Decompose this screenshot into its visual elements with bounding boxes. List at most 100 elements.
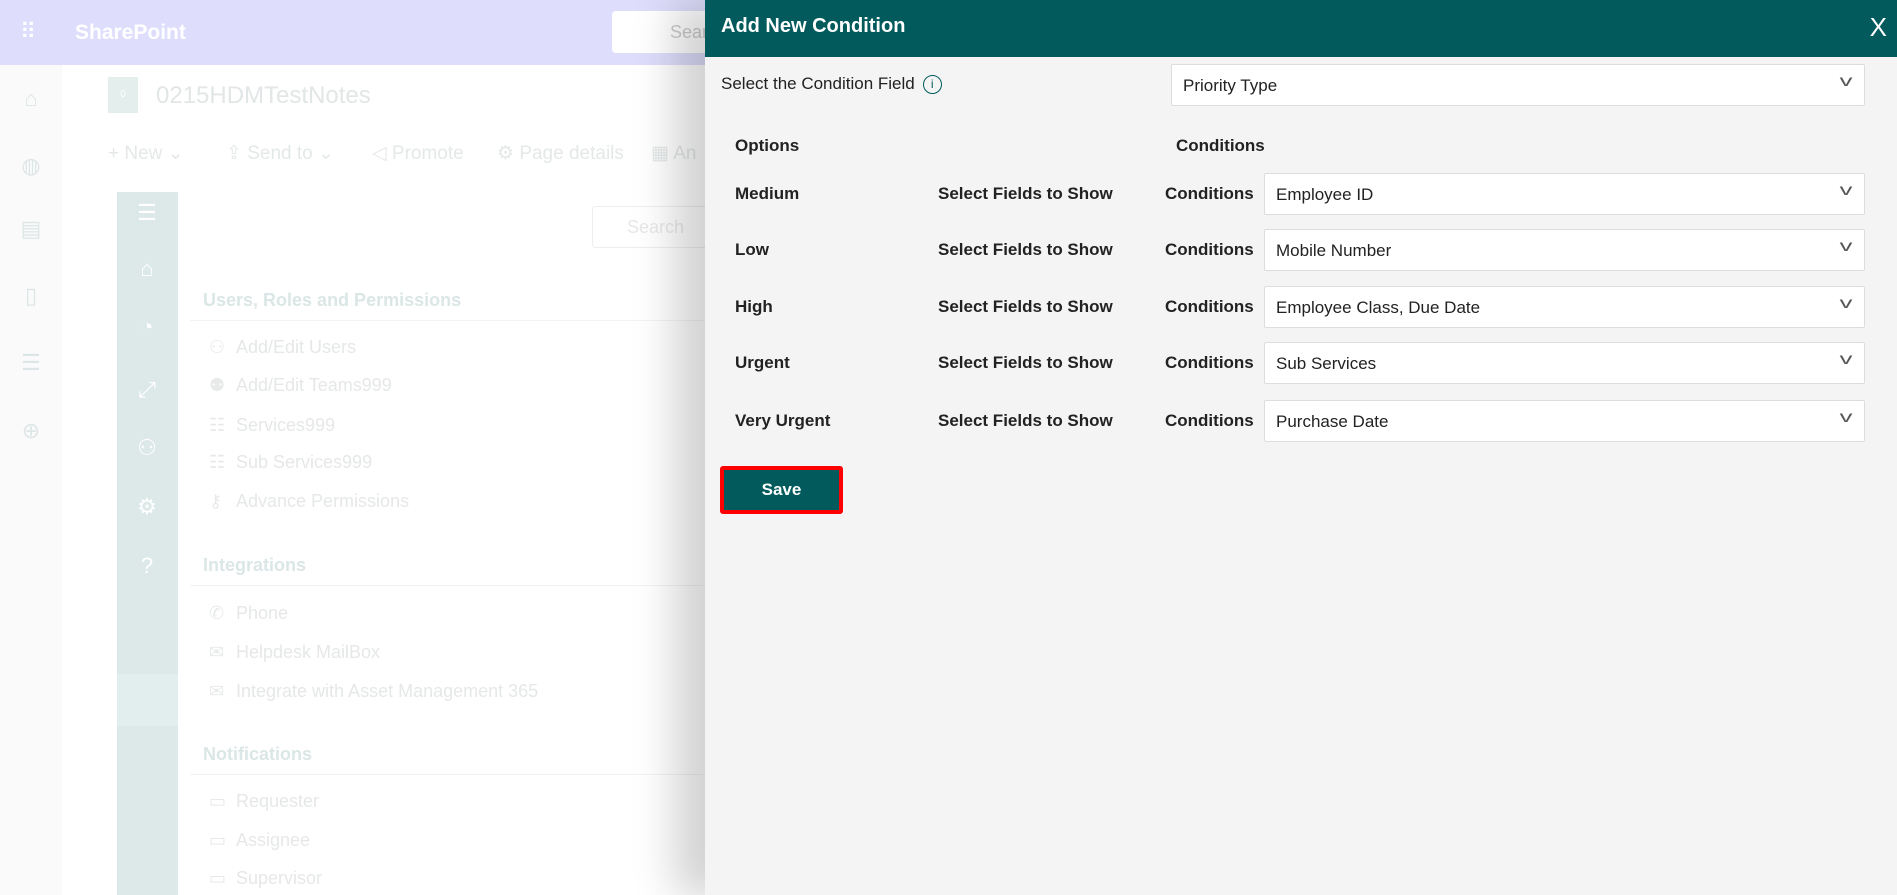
- app-name[interactable]: SharePoint: [75, 21, 186, 45]
- alert-comment-icon: ▭: [209, 791, 227, 811]
- page-details-command[interactable]: ⚙ Page details: [497, 142, 624, 165]
- settings-item[interactable]: ▭ Assignee: [209, 830, 310, 851]
- settings-item[interactable]: ☷ Services999: [209, 415, 335, 436]
- settings-item[interactable]: ⚉ Add/Edit Teams999: [209, 375, 392, 396]
- options-header: Options: [735, 136, 800, 155]
- section-title: Notifications: [203, 744, 313, 764]
- file-icon[interactable]: ▯: [18, 283, 44, 309]
- select-fields-label: Select Fields to Show: [938, 353, 1113, 372]
- dropdown-value: Employee ID: [1276, 185, 1374, 204]
- phone-icon: ✆: [209, 603, 225, 623]
- option-label: Urgent: [735, 353, 790, 372]
- fields-dropdown[interactable]: Employee ID v: [1264, 173, 1865, 215]
- news-icon[interactable]: ▤: [18, 216, 44, 242]
- conditions-label: Conditions: [1165, 297, 1254, 316]
- chevron-down-icon: v: [1839, 182, 1853, 199]
- close-icon[interactable]: X: [1870, 12, 1887, 42]
- chevron-down-icon: v: [1839, 295, 1853, 312]
- info-icon[interactable]: i: [922, 75, 942, 94]
- option-label: Medium: [735, 184, 800, 203]
- fields-dropdown[interactable]: Employee Class, Due Date v: [1264, 286, 1865, 328]
- dropdown-value: Priority Type: [1183, 76, 1278, 95]
- settings-item[interactable]: ☷ Sub Services999: [209, 452, 372, 473]
- item-label: Integrate with Asset Management 365: [236, 681, 539, 701]
- site-logo: 0: [108, 77, 138, 113]
- menu-icon[interactable]: ☰: [130, 200, 164, 230]
- promote-label: Promote: [391, 143, 464, 164]
- left-rail: [0, 65, 62, 895]
- divider: [190, 585, 710, 586]
- settings-item[interactable]: ✆ Phone: [209, 603, 288, 624]
- settings-icon[interactable]: ⚙: [130, 494, 164, 524]
- option-label: Very Urgent: [735, 411, 831, 430]
- mail-icon: ✉: [209, 642, 225, 662]
- key-icon: ⚷: [209, 491, 223, 511]
- chevron-down-icon: v: [1839, 409, 1853, 426]
- chart-icon[interactable]: ⤢: [130, 377, 164, 407]
- fields-dropdown[interactable]: Purchase Date v: [1264, 400, 1865, 442]
- fields-dropdown[interactable]: Sub Services v: [1264, 342, 1865, 384]
- option-label: Low: [735, 240, 769, 259]
- save-button[interactable]: Save: [720, 466, 843, 514]
- conditions-label: Conditions: [1165, 411, 1254, 430]
- new-label: New: [124, 143, 163, 164]
- alert-comment-icon: ▭: [209, 830, 227, 850]
- item-label: Supervisor: [236, 868, 323, 888]
- dropdown-value: Mobile Number: [1276, 241, 1392, 260]
- panel-title: Add New Condition: [721, 15, 906, 37]
- home-icon[interactable]: ⌂: [18, 86, 44, 112]
- send-to-label: Send to: [247, 143, 313, 164]
- send-to-command[interactable]: ⇪ Send to ⌄: [226, 142, 334, 165]
- settings-search-input[interactable]: Search: [592, 206, 712, 248]
- teams-icon: ⚉: [209, 375, 226, 395]
- new-command[interactable]: + New ⌄: [108, 142, 184, 165]
- settings-item[interactable]: ▭ Requester: [209, 791, 319, 812]
- fields-dropdown[interactable]: Mobile Number v: [1264, 229, 1865, 271]
- settings-item[interactable]: ▭ Supervisor: [209, 868, 322, 889]
- section-title: Users, Roles and Permissions: [203, 290, 462, 310]
- conditions-label: Conditions: [1165, 353, 1254, 372]
- item-label: Services999: [236, 415, 336, 435]
- option-label: High: [735, 297, 773, 316]
- app-sidebar: [117, 192, 178, 895]
- select-fields-label: Select Fields to Show: [938, 297, 1113, 316]
- users-icon: ⚇: [209, 337, 226, 357]
- item-label: Advance Permissions: [236, 491, 410, 511]
- site-title[interactable]: 0215HDMTestNotes: [156, 82, 371, 110]
- dropdown-value: Purchase Date: [1276, 412, 1389, 431]
- condition-field-dropdown[interactable]: Priority Type v: [1171, 64, 1865, 106]
- list-icon: ☷: [209, 415, 226, 435]
- select-fields-label: Select Fields to Show: [938, 240, 1113, 259]
- app-launcher-icon[interactable]: ⠿: [20, 20, 44, 44]
- item-label: Sub Services999: [236, 452, 373, 472]
- item-label: Assignee: [236, 830, 311, 850]
- item-label: Requester: [236, 791, 320, 811]
- conditions-label: Conditions: [1165, 240, 1254, 259]
- people-icon[interactable]: ⚇: [130, 435, 164, 465]
- add-condition-panel: Add New Condition X Select the Condition…: [705, 0, 1897, 895]
- settings-item[interactable]: ⚷ Advance Permissions: [209, 491, 409, 512]
- dashboard-icon[interactable]: ◔: [130, 314, 164, 344]
- globe-icon[interactable]: ◍: [18, 153, 44, 179]
- settings-item[interactable]: ✉ Helpdesk MailBox: [209, 642, 380, 663]
- list-icon[interactable]: ☰: [18, 350, 44, 376]
- select-fields-label: Select Fields to Show: [938, 411, 1113, 430]
- promote-command[interactable]: ◁ Promote: [372, 142, 464, 165]
- home-icon[interactable]: ⌂: [130, 256, 164, 286]
- help-icon[interactable]: ?: [130, 553, 164, 583]
- dropdown-value: Employee Class, Due Date: [1276, 298, 1481, 317]
- item-label: Add/Edit Teams999: [236, 375, 392, 395]
- condition-field-label: Select the Condition Field i: [721, 74, 942, 94]
- divider: [190, 774, 710, 775]
- divider: [190, 320, 710, 321]
- settings-item[interactable]: ⚇ Add/Edit Users: [209, 337, 356, 358]
- chevron-down-icon: v: [1839, 73, 1853, 90]
- dropdown-value: Sub Services: [1276, 354, 1377, 373]
- analytics-command[interactable]: ▦ An: [651, 142, 696, 165]
- add-icon[interactable]: ⊕: [18, 418, 44, 444]
- item-label: Add/Edit Users: [236, 337, 357, 357]
- select-fields-label: Select Fields to Show: [938, 184, 1113, 203]
- settings-item[interactable]: ✉ Integrate with Asset Management 365: [209, 681, 538, 702]
- label-text: Select the Condition Field: [721, 74, 915, 93]
- chevron-down-icon: v: [1839, 238, 1853, 255]
